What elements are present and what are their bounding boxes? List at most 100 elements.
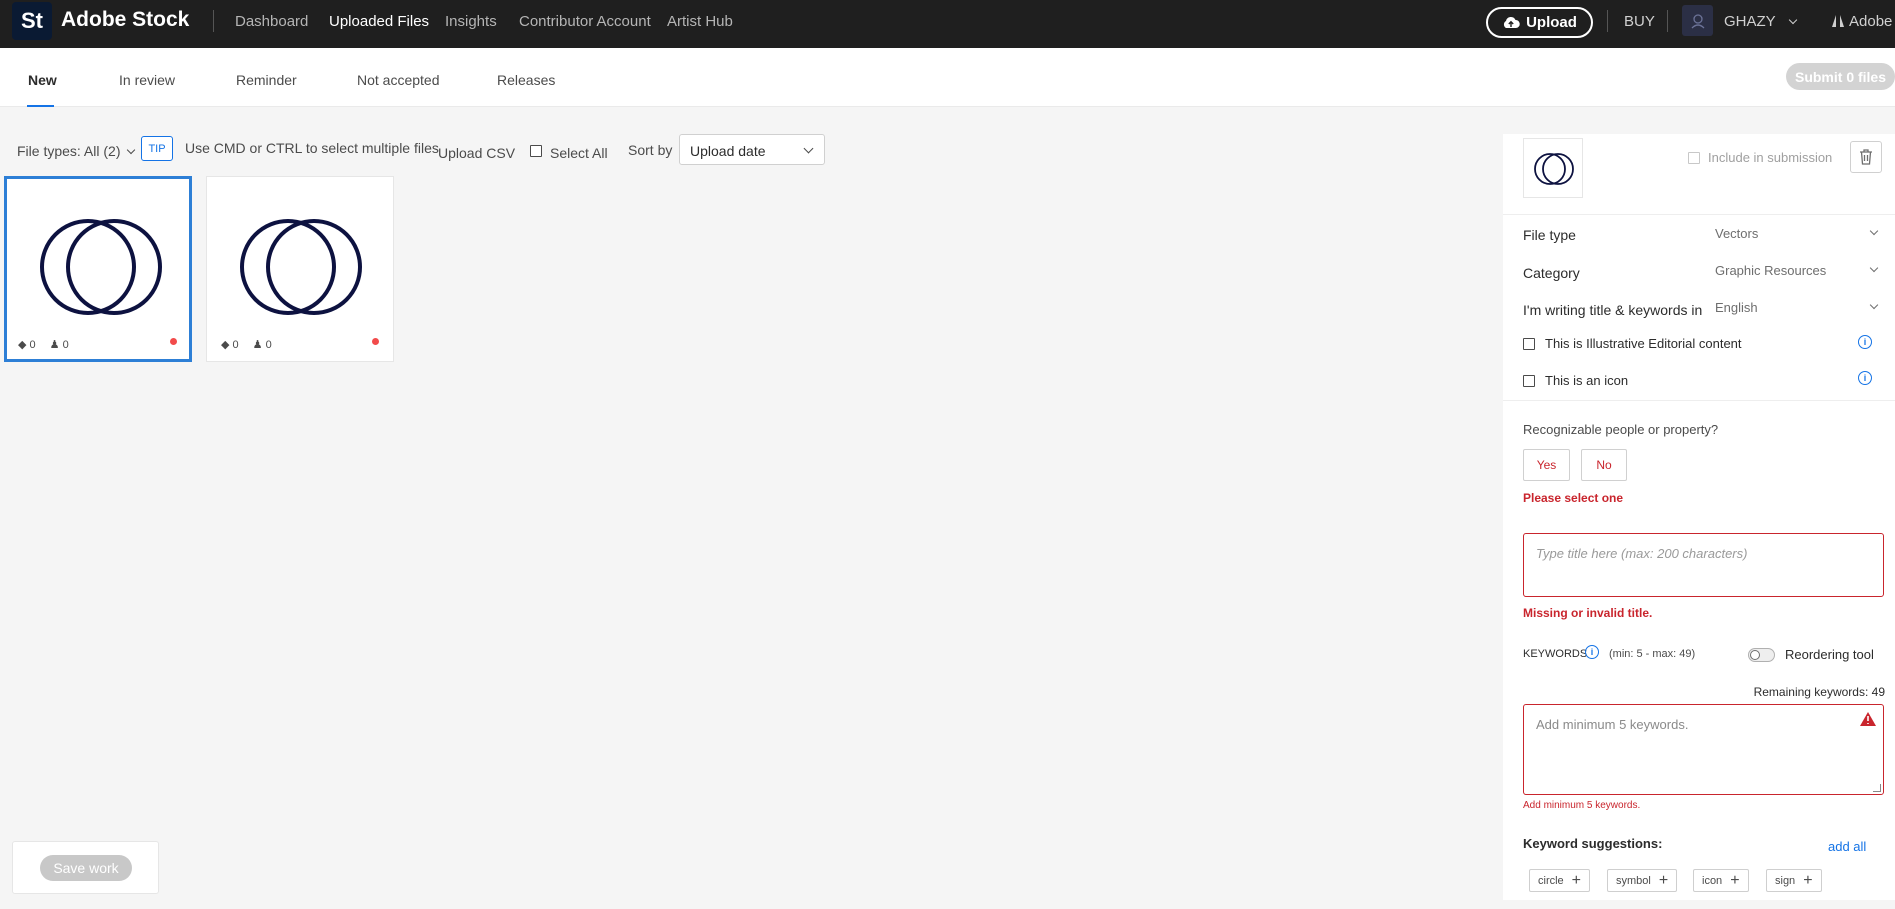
tag-icon: ◆ [221,339,230,351]
file-type-value: Vectors [1715,226,1759,241]
divider [1503,400,1895,401]
title-error: Missing or invalid title. [1523,606,1653,620]
chip-label: symbol [1616,874,1651,887]
title-input[interactable]: Type title here (max: 200 characters) [1523,533,1884,597]
tab-reminder[interactable]: Reminder [236,72,297,88]
chevron-down-icon [1869,300,1879,310]
nav-insights[interactable]: Insights [445,13,497,30]
file-card[interactable]: ◆ 0 ♟ 0 [206,176,394,362]
tip-badge: TIP [141,136,173,161]
nav-contributor-account[interactable]: Contributor Account [519,13,651,30]
overlapping-circles-thumbnail [240,219,362,315]
chevron-down-icon [1788,15,1797,25]
file-card[interactable]: ◆ 0 ♟ 0 [4,176,192,362]
category-select[interactable]: Graphic Resources [1715,263,1885,283]
remaining-keywords: Remaining keywords: 49 [1753,685,1885,699]
card-meta: ◆ 0 ♟ 0 [18,338,69,351]
keywords-range: (min: 5 - max: 49) [1609,648,1696,660]
status-tabs: New In review Reminder Not accepted Rele… [0,48,1895,107]
nav-artist-hub[interactable]: Artist Hub [667,13,733,30]
stock-logo[interactable]: St [12,2,52,40]
language-label: I'm writing title & keywords in [1523,302,1703,318]
keywords-placeholder: Add minimum 5 keywords. [1536,717,1689,732]
include-in-submission-checkbox[interactable]: Include in submission [1688,150,1832,165]
brand-title[interactable]: Adobe Stock [61,8,189,32]
user-icon [1691,13,1704,28]
editorial-checkbox[interactable]: This is Illustrative Editorial content [1523,336,1742,351]
keyword-suggestions-label: Keyword suggestions: [1523,836,1663,851]
divider [1607,10,1608,32]
save-work-button[interactable]: Save work [40,855,132,881]
select-all-label: Select All [550,145,608,161]
adobe-link[interactable]: Adobe [1831,13,1892,30]
chip-label: icon [1702,874,1723,887]
checkbox-icon [1523,337,1535,350]
sort-by-label: Sort by [628,142,673,158]
chevron-down-icon [803,143,814,154]
keywords-input[interactable]: Add minimum 5 keywords. [1523,704,1884,795]
suggestion-chip[interactable]: circle + [1529,869,1591,892]
add-all-link[interactable]: add all [1828,839,1866,854]
tab-releases[interactable]: Releases [497,72,555,88]
people-property-question: Recognizable people or property? [1523,422,1719,437]
delete-button[interactable] [1850,141,1882,173]
cloud-upload-icon [1504,16,1520,28]
selected-file-thumbnail [1523,138,1583,198]
resize-handle-icon[interactable] [1873,784,1881,792]
select-all-checkbox[interactable]: Select All [530,143,608,161]
tag-icon: ◆ [18,339,27,351]
info-icon[interactable]: i [1858,371,1872,385]
keywords-label: KEYWORDS [1523,648,1588,660]
info-icon[interactable]: i [1585,645,1599,659]
tab-new[interactable]: New [28,72,57,88]
language-select[interactable]: English [1715,300,1885,320]
user-menu[interactable]: GHAZY [1724,13,1797,30]
tab-not-accepted[interactable]: Not accepted [357,72,440,88]
upload-label: Upload [1526,14,1577,31]
select-one-error: Please select one [1523,491,1624,505]
plus-icon: + [1571,871,1582,889]
chip-label: sign [1775,874,1796,887]
adobe-logo-icon [1832,15,1844,27]
checkbox-icon [530,145,542,157]
reordering-toggle[interactable] [1748,648,1775,662]
no-button[interactable]: No [1581,449,1627,481]
status-dot [170,338,177,345]
editorial-label: This is Illustrative Editorial content [1545,336,1742,351]
tab-in-review[interactable]: In review [119,72,175,88]
file-types-dropdown[interactable]: File types: All (2) [17,143,136,159]
submit-files-button[interactable]: Submit 0 files [1786,63,1895,90]
icon-checkbox[interactable]: This is an icon [1523,373,1628,388]
include-label: Include in submission [1708,150,1833,165]
save-work-container: Save work [12,841,159,894]
suggestion-chip[interactable]: symbol + [1607,869,1678,892]
tip-text: Use CMD or CTRL to select multiple files [185,140,439,156]
sort-select[interactable]: Upload date [679,134,825,165]
nav-dashboard[interactable]: Dashboard [235,13,308,30]
suggestion-chip[interactable]: sign + [1766,869,1822,892]
divider [1503,214,1895,215]
keyword-count: ◆ 0 [18,339,36,351]
upload-csv-link[interactable]: Upload CSV [438,145,515,161]
nav-uploaded-files[interactable]: Uploaded Files [329,13,429,30]
overlapping-circles-thumbnail [1534,153,1574,185]
yes-button[interactable]: Yes [1523,449,1570,481]
category-value: Graphic Resources [1715,263,1827,278]
active-tab-indicator [27,105,54,107]
keywords-error: Add minimum 5 keywords. [1523,800,1641,811]
user-name: GHAZY [1724,13,1776,30]
icon-label: This is an icon [1545,373,1629,388]
people-icon: ♟ [49,339,60,351]
adobe-label: Adobe [1849,13,1893,30]
divider [213,10,214,32]
suggestion-chip[interactable]: icon + [1693,869,1749,892]
file-type-label: File type [1523,227,1576,243]
info-icon[interactable]: i [1858,335,1872,349]
file-type-select[interactable]: Vectors [1715,226,1885,246]
buy-link[interactable]: BUY [1624,13,1655,30]
plus-icon: + [1730,871,1740,889]
avatar[interactable] [1682,5,1713,36]
upload-button[interactable]: Upload [1486,7,1593,38]
checkbox-icon [1523,374,1535,387]
divider [1667,10,1668,32]
